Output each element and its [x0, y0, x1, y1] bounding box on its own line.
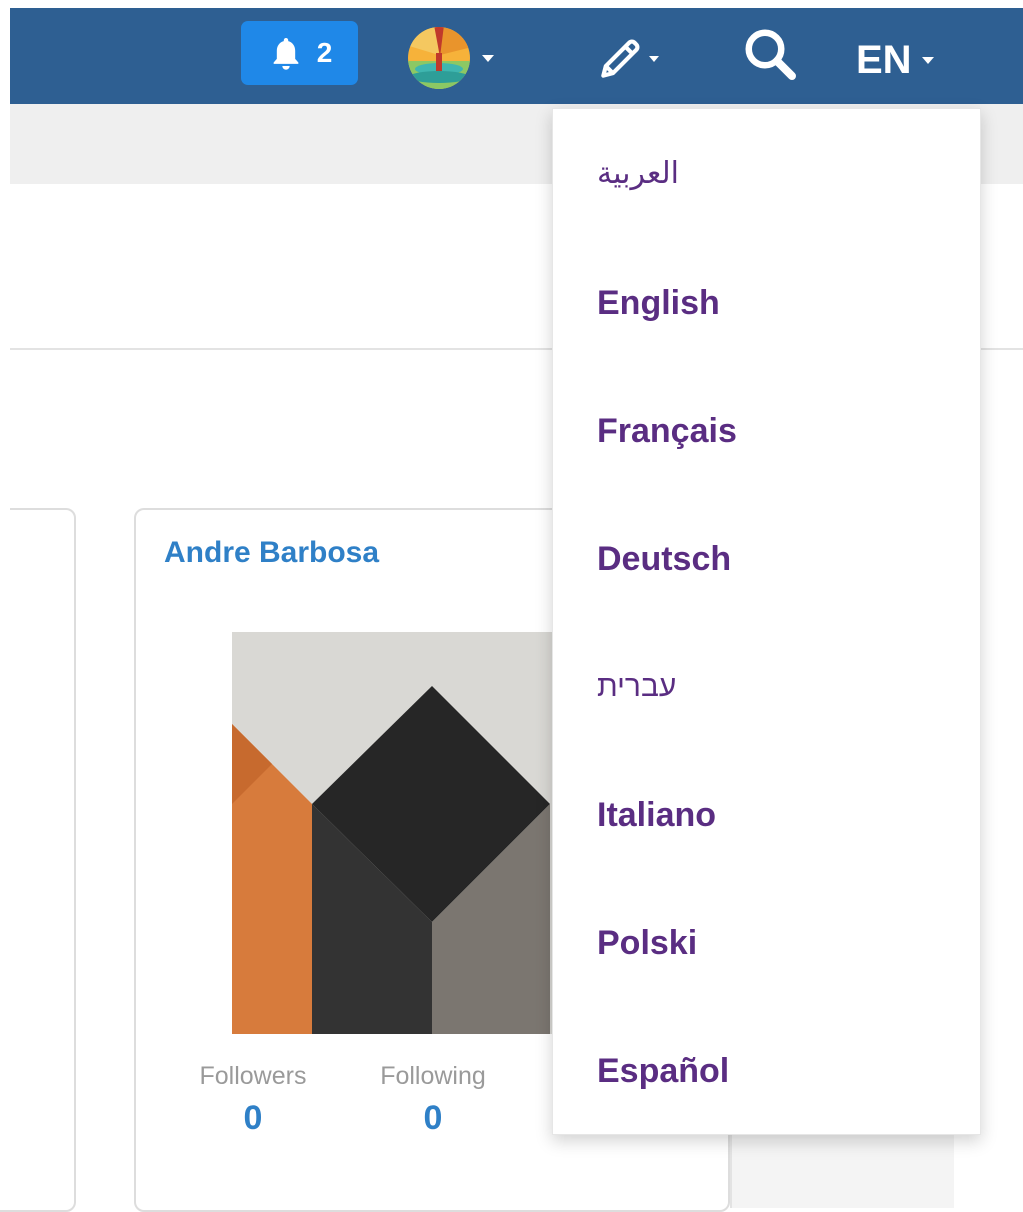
following-count: 0 [423, 1099, 443, 1137]
caret-down-icon [482, 54, 494, 62]
language-option-polish[interactable]: Polski [553, 879, 980, 1007]
user-menu-toggle[interactable] [406, 26, 494, 90]
following-label: Following [380, 1062, 486, 1090]
notification-count: 2 [316, 37, 333, 68]
bell-icon [273, 37, 299, 70]
following-stat[interactable]: Following 0 [368, 1062, 498, 1138]
caret-down-icon [649, 56, 659, 62]
language-option-hebrew[interactable]: עברית [553, 623, 980, 751]
search-button[interactable] [740, 24, 800, 84]
language-menu-toggle[interactable]: EN [856, 38, 934, 82]
compose-menu-toggle[interactable] [595, 34, 659, 84]
profile-name-link[interactable]: Andre Barbosa [164, 536, 379, 570]
profile-card-partial [0, 508, 76, 1212]
caret-down-icon [921, 56, 934, 64]
notifications-button[interactable]: 2 [241, 21, 358, 85]
followers-stat[interactable]: Followers 0 [188, 1062, 318, 1138]
top-navbar: 2 EN [10, 8, 1023, 104]
search-icon [745, 29, 796, 80]
avatar [408, 27, 470, 89]
current-language-code: EN [856, 38, 912, 82]
language-option-french[interactable]: Français [553, 367, 980, 495]
language-option-german[interactable]: Deutsch [553, 495, 980, 623]
language-dropdown: العربية English Français Deutsch עברית I… [552, 108, 981, 1135]
language-option-english[interactable]: English [553, 239, 980, 367]
followers-label: Followers [199, 1062, 307, 1090]
followers-count: 0 [243, 1099, 263, 1137]
page-edge [0, 0, 10, 1175]
language-list: العربية English Français Deutsch עברית I… [553, 109, 980, 1135]
pencil-icon [601, 39, 640, 78]
language-option-arabic[interactable]: العربية [553, 109, 980, 239]
language-option-spanish[interactable]: Español [553, 1007, 980, 1135]
language-option-italian[interactable]: Italiano [553, 751, 980, 879]
